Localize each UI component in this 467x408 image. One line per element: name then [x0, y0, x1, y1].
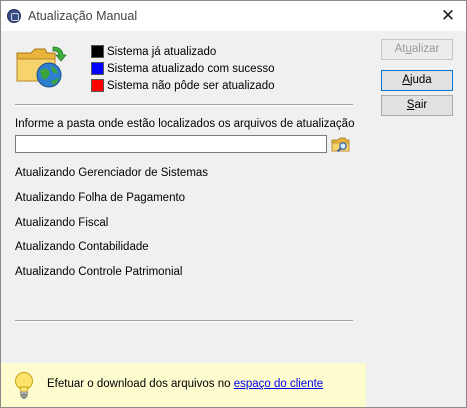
exit-button[interactable]: Sair — [381, 95, 453, 116]
dialog-content: Sistema já atualizado Sistema atualizado… — [1, 31, 466, 407]
folder-globe-icon — [16, 46, 67, 88]
app-icon — [7, 9, 21, 23]
footer-text: Efetuar o download dos arquivos no espaç… — [47, 378, 323, 390]
status-line-fiscal: Atualizando Fiscal — [15, 217, 109, 229]
legend-item-updated-success: Sistema atualizado com sucesso — [91, 60, 275, 77]
button-label-part: alizar — [411, 43, 440, 55]
customer-area-link[interactable]: espaço do cliente — [234, 378, 324, 390]
legend-swatch-blue — [91, 62, 104, 75]
browse-folder-icon[interactable] — [331, 135, 351, 154]
footer-message: Efetuar o download dos arquivos no — [47, 378, 231, 390]
button-label-part: air — [414, 99, 428, 111]
legend-swatch-red — [91, 79, 104, 92]
status-legend: Sistema já atualizado Sistema atualizado… — [91, 43, 275, 94]
button-mnemonic: A — [402, 74, 410, 86]
button-label-part: juda — [409, 74, 432, 86]
legend-item-already-updated: Sistema já atualizado — [91, 43, 275, 60]
status-line-gerenciador: Atualizando Gerenciador de Sistemas — [15, 167, 209, 179]
status-line-patrimonial: Atualizando Controle Patrimonial — [15, 266, 183, 278]
help-button[interactable]: Ajuda — [381, 70, 453, 91]
legend-label: Sistema não pôde ser atualizado — [107, 79, 275, 92]
legend-swatch-black — [91, 45, 104, 58]
update-dialog: Atualização Manual ✕ Sistema já atualiza… — [0, 0, 467, 408]
separator — [15, 320, 353, 322]
legend-label: Sistema atualizado com sucesso — [107, 62, 275, 75]
legend-item-update-failed: Sistema não pôde ser atualizado — [91, 77, 275, 94]
window-title: Atualização Manual — [28, 9, 138, 23]
update-button[interactable]: Atualizar — [381, 39, 453, 60]
title-bar: Atualização Manual ✕ — [1, 1, 466, 31]
lightbulb-icon — [15, 372, 33, 399]
folder-path-input[interactable] — [15, 135, 327, 153]
separator — [15, 104, 353, 106]
folder-prompt-label: Informe a pasta onde estão localizados o… — [15, 118, 355, 130]
status-line-contabilidade: Atualizando Contabilidade — [15, 241, 149, 253]
close-icon[interactable]: ✕ — [438, 6, 458, 26]
button-label-part: At — [394, 43, 406, 55]
footer-tip-bar: Efetuar o download dos arquivos no espaç… — [1, 363, 366, 407]
status-line-folha: Atualizando Folha de Pagamento — [15, 192, 186, 204]
legend-label: Sistema já atualizado — [107, 45, 217, 58]
